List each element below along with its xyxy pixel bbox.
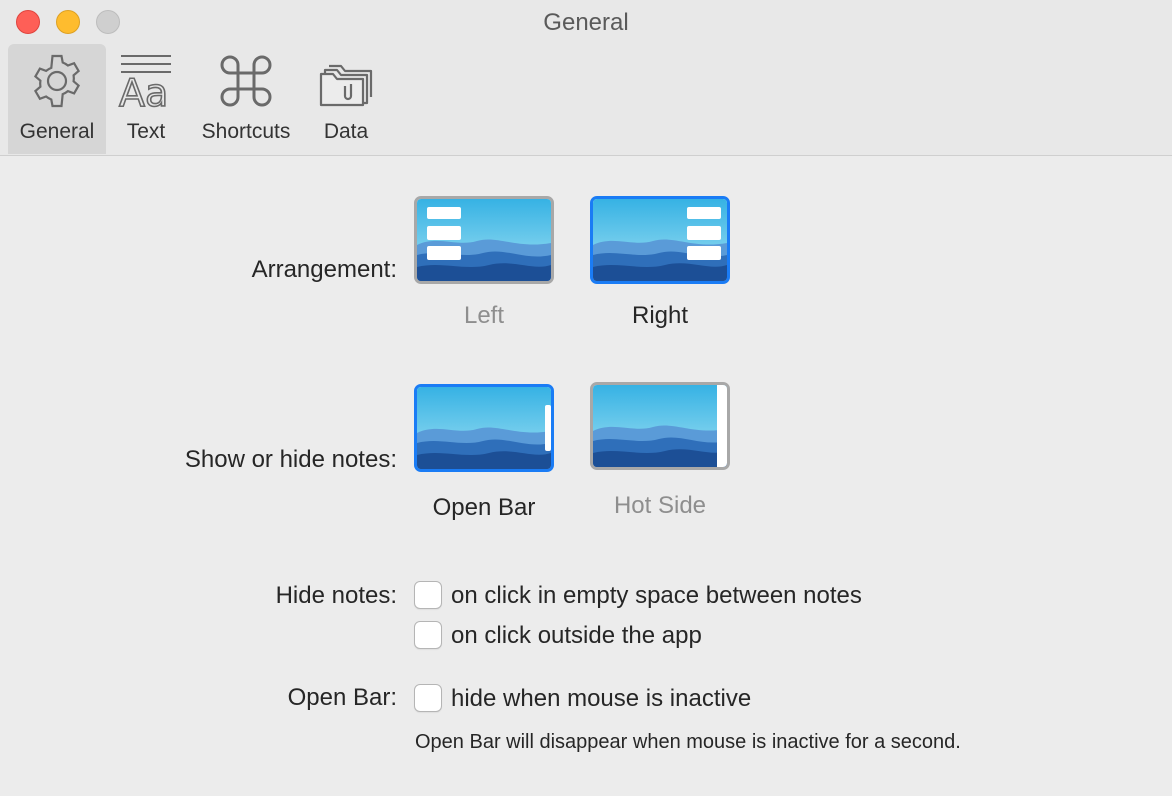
open-bar-help-text: Open Bar will disappear when mouse is in…	[415, 731, 961, 753]
hide-on-empty-space-label[interactable]: on click in empty space between notes	[451, 582, 862, 610]
tab-text[interactable]: Aa Text	[112, 44, 180, 154]
hide-on-outside-click-label[interactable]: on click outside the app	[451, 622, 702, 650]
tab-label: Text	[126, 120, 166, 143]
open-bar-preview	[417, 387, 551, 469]
tab-label: General	[19, 120, 95, 143]
arrangement-left-preview	[417, 199, 551, 281]
show-hide-label: Show or hide notes:	[184, 446, 397, 473]
text-format-icon: Aa	[112, 52, 180, 110]
folder-icon	[310, 52, 382, 110]
window-title: General	[543, 9, 629, 36]
tab-label: Data	[323, 120, 369, 143]
arrangement-right-caption[interactable]: Right	[590, 302, 730, 330]
open-bar-caption[interactable]: Open Bar	[414, 494, 554, 522]
hot-side-caption[interactable]: Hot Side	[590, 492, 730, 520]
hide-when-inactive-checkbox[interactable]	[414, 684, 442, 712]
tab-general[interactable]: General	[8, 44, 106, 154]
gear-icon	[8, 52, 106, 110]
arrangement-right-option[interactable]	[590, 196, 730, 284]
open-bar-label: Open Bar:	[287, 684, 397, 711]
arrangement-left-option[interactable]	[414, 196, 554, 284]
hide-when-inactive-label[interactable]: hide when mouse is inactive	[451, 685, 751, 713]
hot-side-option[interactable]	[590, 382, 730, 470]
tab-shortcuts[interactable]: Shortcuts	[192, 44, 300, 154]
window-toolbar: General General Aa Text Shortcuts Data	[0, 0, 1172, 156]
tab-label: Shortcuts	[201, 120, 291, 143]
tab-data[interactable]: Data	[310, 44, 382, 154]
hot-side-preview	[593, 385, 727, 467]
hide-on-empty-space-checkbox[interactable]	[414, 581, 442, 609]
hide-notes-label: Hide notes:	[275, 582, 397, 609]
command-key-icon	[192, 52, 300, 110]
open-bar-option[interactable]	[414, 384, 554, 472]
arrangement-left-caption[interactable]: Left	[414, 302, 554, 330]
arrangement-right-preview	[593, 199, 727, 281]
hide-on-outside-click-checkbox[interactable]	[414, 621, 442, 649]
svg-text:Aa: Aa	[119, 71, 168, 110]
arrangement-label: Arrangement:	[251, 256, 397, 283]
